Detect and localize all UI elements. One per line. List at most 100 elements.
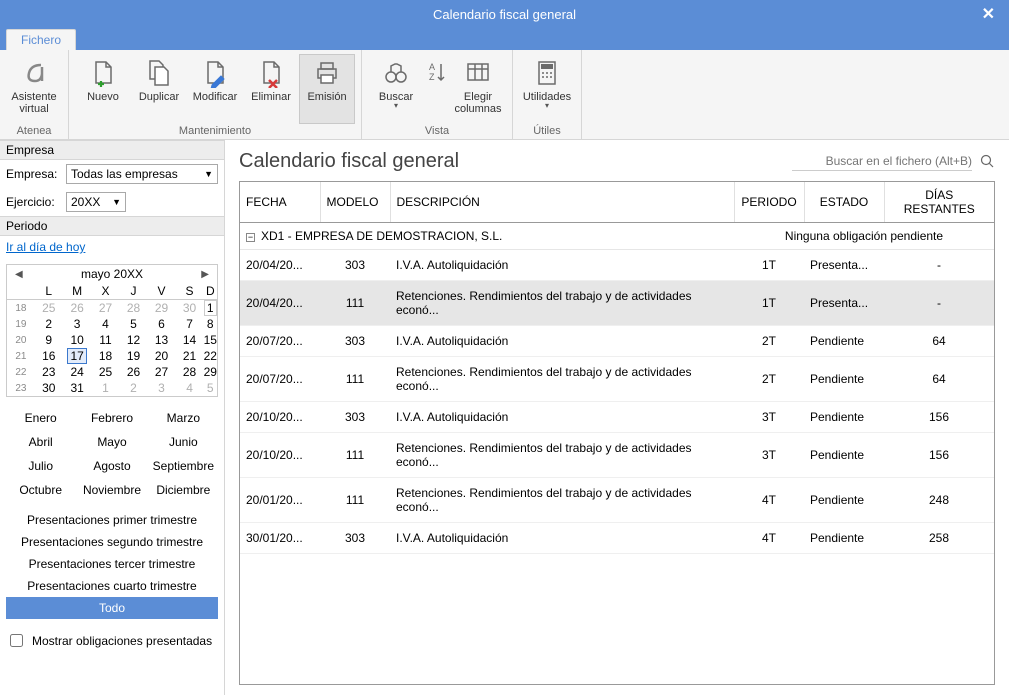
ejercicio-select[interactable]: 20XX ▼	[66, 192, 126, 212]
cal-day[interactable]: 14	[176, 332, 204, 348]
cal-day[interactable]: 6	[148, 316, 176, 332]
empresa-select[interactable]: Todas las empresas ▼	[66, 164, 218, 184]
cal-day[interactable]: 11	[91, 332, 119, 348]
today-link[interactable]: Ir al día de hoy	[6, 240, 85, 254]
cal-day[interactable]: 5	[204, 380, 217, 396]
cal-day[interactable]: 19	[120, 348, 148, 364]
cal-day[interactable]: 3	[63, 316, 92, 332]
month-junio[interactable]: Junio	[149, 431, 218, 453]
cell-modelo: 111	[320, 357, 390, 402]
preset-item[interactable]: Todo	[6, 597, 218, 619]
cal-day[interactable]: 29	[204, 364, 217, 380]
cal-day[interactable]: 10	[63, 332, 92, 348]
cal-day[interactable]: 29	[148, 300, 176, 317]
cal-day[interactable]: 27	[91, 300, 119, 317]
col-header[interactable]: PERIODO	[734, 182, 804, 223]
ribbon-duplicar-button[interactable]: Duplicar	[131, 54, 187, 124]
ribbon-utilidades-button[interactable]: Utilidades▾	[519, 54, 575, 124]
cal-prev-icon[interactable]: ◀	[11, 269, 27, 280]
close-icon[interactable]: ✕	[976, 4, 1001, 24]
table-row[interactable]: 20/01/20...111Retenciones. Rendimientos …	[240, 478, 994, 523]
tab-fichero[interactable]: Fichero	[6, 29, 76, 50]
month-enero[interactable]: Enero	[6, 407, 75, 429]
cal-day[interactable]: 25	[35, 300, 63, 317]
preset-item[interactable]: Presentaciones primer trimestre	[6, 509, 218, 531]
table-row[interactable]: 20/07/20...111Retenciones. Rendimientos …	[240, 357, 994, 402]
month-diciembre[interactable]: Diciembre	[149, 479, 218, 501]
preset-item[interactable]: Presentaciones segundo trimestre	[6, 531, 218, 553]
table-row[interactable]: 20/10/20...111Retenciones. Rendimientos …	[240, 433, 994, 478]
col-header[interactable]: DÍAS RESTANTES	[884, 182, 994, 223]
cal-day[interactable]: 23	[35, 364, 63, 380]
cal-day[interactable]: 30	[35, 380, 63, 396]
ribbon-eliminar-button[interactable]: Eliminar	[243, 54, 299, 124]
cal-day[interactable]: 31	[63, 380, 92, 396]
cal-day[interactable]: 26	[63, 300, 92, 317]
cal-next-icon[interactable]: ▶	[197, 269, 213, 280]
cal-day[interactable]: 26	[120, 364, 148, 380]
cal-day[interactable]: 27	[148, 364, 176, 380]
month-abril[interactable]: Abril	[6, 431, 75, 453]
preset-item[interactable]: Presentaciones tercer trimestre	[6, 553, 218, 575]
ribbon-asistente-button[interactable]: Asistente virtual	[6, 54, 62, 124]
cal-day[interactable]: 20	[148, 348, 176, 364]
month-agosto[interactable]: Agosto	[77, 455, 146, 477]
ribbon-buscar-button[interactable]: Buscar▾	[368, 54, 424, 124]
cal-day[interactable]: 17	[63, 348, 92, 364]
month-marzo[interactable]: Marzo	[149, 407, 218, 429]
search-input[interactable]	[792, 152, 972, 171]
cal-day[interactable]: 25	[91, 364, 119, 380]
calendar-grid[interactable]: LMXJVSD182526272829301192345678209101112…	[7, 283, 217, 396]
cal-day[interactable]: 1	[91, 380, 119, 396]
col-header[interactable]: DESCRIPCIÓN	[390, 182, 734, 223]
month-noviembre[interactable]: Noviembre	[77, 479, 146, 501]
cal-day[interactable]: 18	[91, 348, 119, 364]
ribbon-columnas-button[interactable]: Elegir columnas	[450, 54, 506, 124]
cal-day[interactable]: 15	[204, 332, 217, 348]
ribbon-nuevo-button[interactable]: Nuevo	[75, 54, 131, 124]
month-febrero[interactable]: Febrero	[77, 407, 146, 429]
ribbon-modificar-button[interactable]: Modificar	[187, 54, 243, 124]
table-row[interactable]: 20/07/20...303I.V.A. Autoliquidación2TPe…	[240, 326, 994, 357]
cal-day[interactable]: 24	[63, 364, 92, 380]
cal-day[interactable]: 28	[120, 300, 148, 317]
ribbon-sort-button[interactable]: AZ	[424, 54, 450, 124]
cal-day[interactable]: 12	[120, 332, 148, 348]
preset-item[interactable]: Presentaciones cuarto trimestre	[6, 575, 218, 597]
cal-day[interactable]: 21	[176, 348, 204, 364]
month-septiembre[interactable]: Septiembre	[149, 455, 218, 477]
show-presented-checkbox[interactable]	[10, 634, 23, 647]
ribbon-emision-button[interactable]: Emisión	[299, 54, 355, 124]
cal-day[interactable]: 3	[148, 380, 176, 396]
cell-fecha: 20/10/20...	[240, 433, 320, 478]
cal-day[interactable]: 22	[204, 348, 217, 364]
cal-day[interactable]: 2	[120, 380, 148, 396]
search-icon[interactable]	[980, 154, 995, 169]
cal-day[interactable]: 9	[35, 332, 63, 348]
table-row[interactable]: 20/10/20...303I.V.A. Autoliquidación3TPe…	[240, 402, 994, 433]
month-julio[interactable]: Julio	[6, 455, 75, 477]
cal-day[interactable]: 2	[35, 316, 63, 332]
ribbon-emision-label: Emisión	[307, 91, 346, 103]
month-mayo[interactable]: Mayo	[77, 431, 146, 453]
cal-day[interactable]: 1	[204, 300, 217, 317]
cal-day[interactable]: 30	[176, 300, 204, 317]
col-header[interactable]: ESTADO	[804, 182, 884, 223]
cal-day[interactable]: 28	[176, 364, 204, 380]
col-header[interactable]: FECHA	[240, 182, 320, 223]
cell-modelo: 111	[320, 433, 390, 478]
collapse-icon[interactable]: −	[246, 233, 255, 242]
cal-day[interactable]: 4	[176, 380, 204, 396]
group-row[interactable]: −XD1 - EMPRESA DE DEMOSTRACION, S.L.Ning…	[240, 223, 994, 250]
cal-day[interactable]: 5	[120, 316, 148, 332]
cal-day[interactable]: 8	[204, 316, 217, 332]
cal-day[interactable]: 13	[148, 332, 176, 348]
cal-day[interactable]: 4	[91, 316, 119, 332]
cal-day[interactable]: 7	[176, 316, 204, 332]
table-row[interactable]: 30/01/20...303I.V.A. Autoliquidación4TPe…	[240, 523, 994, 554]
table-row[interactable]: 20/04/20...111Retenciones. Rendimientos …	[240, 281, 994, 326]
col-header[interactable]: MODELO	[320, 182, 390, 223]
cal-day[interactable]: 16	[35, 348, 63, 364]
table-row[interactable]: 20/04/20...303I.V.A. Autoliquidación1TPr…	[240, 250, 994, 281]
month-octubre[interactable]: Octubre	[6, 479, 75, 501]
